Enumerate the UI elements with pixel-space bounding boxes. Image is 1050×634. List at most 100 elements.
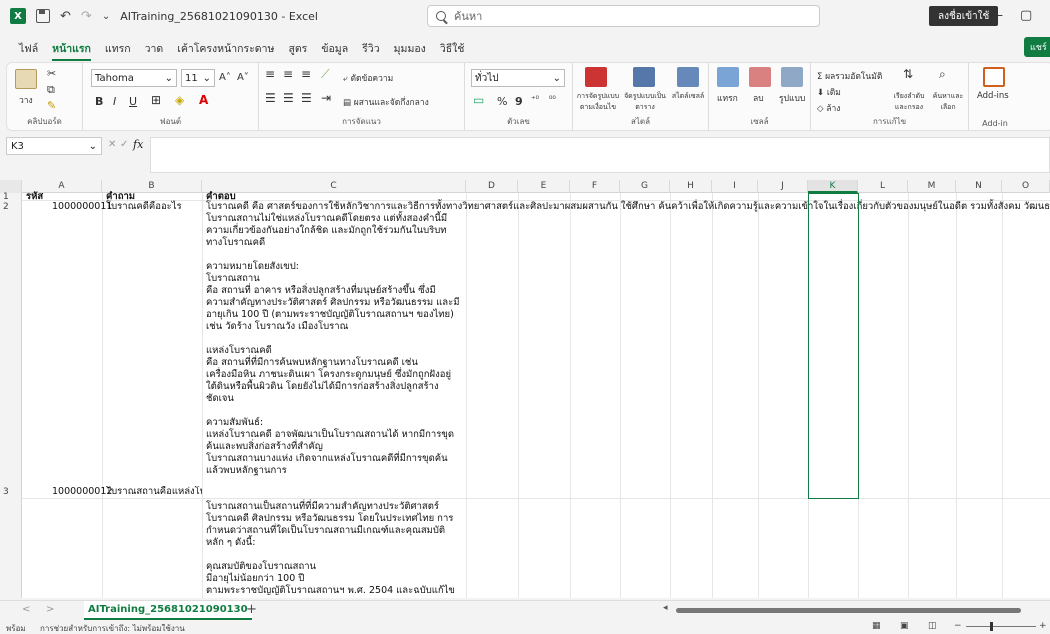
bold-button[interactable]: B (95, 95, 103, 108)
fill-button[interactable]: ⬇ เติม (817, 85, 841, 99)
copy-icon[interactable]: ⧉ (47, 83, 55, 97)
tab-data[interactable]: ข้อมูล (321, 40, 348, 57)
italic-button[interactable]: I (113, 95, 116, 108)
currency-icon[interactable]: ▭ (473, 93, 484, 107)
borders-icon[interactable]: ⊞ (151, 93, 161, 107)
fill-color-icon[interactable]: ◈ (175, 93, 184, 107)
align-left-icon[interactable]: ☰ (265, 91, 276, 105)
wrap-text-button[interactable]: ⤶ ตัดข้อความ (343, 71, 393, 85)
grow-font-button[interactable]: A˄ (219, 72, 231, 83)
column-header-f[interactable]: F (570, 180, 620, 193)
decrease-decimal-icon[interactable]: ⁰⁰ (549, 95, 556, 105)
accessibility-status[interactable]: การช่วยสำหรับการเข้าถึง: ไม่พร้อมใช้งาน (40, 622, 185, 634)
font-size-select[interactable]: 11 ⌄ (181, 69, 215, 87)
prev-sheet-button[interactable]: < (22, 604, 30, 615)
add-sheet-button[interactable]: + (246, 602, 257, 617)
orientation-icon[interactable]: ⟋ (321, 67, 329, 82)
align-bottom-icon[interactable]: ≡ (301, 67, 311, 81)
column-header-c[interactable]: C (202, 180, 466, 193)
cell-b3[interactable]: โบราณสถานคือแหล่งโบ (106, 486, 202, 498)
tab-formulas[interactable]: สูตร (288, 40, 307, 57)
format-table-icon[interactable] (633, 67, 655, 87)
column-header-d[interactable]: D (466, 180, 518, 193)
insert-function-icon[interactable]: fx (133, 138, 143, 151)
find-select-icon[interactable]: ⌕ (939, 67, 946, 82)
delete-cells-icon[interactable] (749, 67, 771, 87)
formula-input[interactable] (150, 137, 1050, 173)
align-top-icon[interactable]: ≡ (265, 67, 275, 81)
restore-button[interactable]: ▢ (1020, 8, 1032, 23)
align-middle-icon[interactable]: ≡ (283, 67, 293, 81)
cell-a1[interactable]: รหัส (26, 191, 43, 203)
tab-review[interactable]: รีวิว (362, 40, 379, 57)
percent-button[interactable]: % (497, 95, 507, 108)
underline-button[interactable]: U (129, 95, 137, 108)
zoom-slider-thumb[interactable] (990, 622, 993, 631)
column-header-k[interactable]: K (808, 180, 858, 193)
column-header-o[interactable]: O (1002, 180, 1050, 193)
font-color-icon[interactable]: A (199, 93, 208, 107)
number-format-select[interactable]: ทั่วไป ⌄ (471, 69, 565, 87)
column-header-m[interactable]: M (908, 180, 956, 193)
sign-in-button[interactable]: ลงชื่อเข้าใช้ (929, 6, 999, 26)
horizontal-scrollbar[interactable] (676, 608, 1021, 613)
scroll-left-icon[interactable]: ◂ (663, 603, 668, 613)
sheet-tab-active[interactable]: AITraining_25681021090130 (84, 601, 252, 620)
format-painter-icon[interactable]: ✎ (47, 99, 56, 112)
increase-decimal-icon[interactable]: ⁺⁰ (531, 95, 539, 105)
save-icon[interactable] (36, 9, 50, 23)
column-header-l[interactable]: L (858, 180, 908, 193)
undo-icon[interactable]: ↶ (60, 9, 71, 24)
cancel-icon[interactable]: ✕ (108, 139, 116, 150)
page-break-view-icon[interactable]: ◫ (928, 621, 937, 631)
column-header-g[interactable]: G (620, 180, 670, 193)
sort-filter-icon[interactable]: ⇅ (903, 67, 913, 81)
next-sheet-button[interactable]: > (46, 604, 54, 615)
zoom-slider[interactable] (966, 626, 1036, 627)
tab-file[interactable]: ไฟล์ (19, 40, 38, 57)
comma-button[interactable]: 9 (515, 95, 523, 108)
column-header-i[interactable]: I (712, 180, 758, 193)
name-box[interactable]: K3 ⌄ (6, 137, 102, 155)
clear-button[interactable]: ◇ ล้าง (817, 101, 840, 115)
tab-view[interactable]: มุมมอง (394, 40, 426, 57)
share-button[interactable]: แชร์ (1024, 37, 1050, 57)
cell-a3[interactable]: 1000000012 (52, 486, 112, 498)
indent-icon[interactable]: ⇥ (321, 91, 331, 105)
column-header-j[interactable]: J (758, 180, 808, 193)
search-input[interactable]: ค้นหา (427, 5, 820, 27)
column-header-e[interactable]: E (518, 180, 570, 193)
zoom-in-button[interactable]: + (1039, 621, 1047, 631)
cell-c2-text[interactable]: โบราณสถานไม่ใช่แหล่งโบราณคดีโดยตรง แต่ทั… (206, 213, 476, 477)
conditional-formatting-icon[interactable] (585, 67, 607, 87)
redo-icon[interactable]: ↷ (81, 9, 92, 24)
shrink-font-button[interactable]: A˅ (237, 72, 249, 83)
font-name-select[interactable]: Tahoma ⌄ (91, 69, 177, 87)
row-header-1[interactable]: 1 (0, 193, 22, 202)
selected-cell-k3[interactable] (808, 193, 859, 499)
addins-icon[interactable] (983, 67, 1005, 87)
cut-icon[interactable]: ✂ (47, 67, 56, 80)
cell-c3-text[interactable]: โบราณสถานเป็นสถานที่ที่มีความสำคัญทางประ… (206, 501, 476, 597)
zoom-out-button[interactable]: − (954, 621, 962, 631)
align-right-icon[interactable]: ☰ (301, 91, 312, 105)
spreadsheet-grid[interactable]: A B C D E F G H I J K L M N O 1 2 3 รหัส… (0, 180, 1050, 598)
minimize-button[interactable]: — (990, 8, 1003, 23)
tab-draw[interactable]: วาด (145, 40, 164, 57)
format-cells-icon[interactable] (781, 67, 803, 87)
autosum-button[interactable]: Σ ผลรวมอัตโนมัติ (817, 69, 882, 83)
cell-styles-icon[interactable] (677, 67, 699, 87)
cell-c2-first-line[interactable]: โบราณคดี คือ ศาสตร์ของการใช้หลักวิชาการแ… (206, 201, 1050, 213)
row-header-3[interactable]: 3 (0, 487, 22, 598)
page-layout-view-icon[interactable]: ▣ (900, 621, 909, 631)
column-header-h[interactable]: H (670, 180, 712, 193)
tab-home[interactable]: หน้าแรก (52, 40, 91, 61)
tab-help[interactable]: วิธีใช้ (440, 40, 465, 57)
cell-a2[interactable]: 1000000011 (52, 201, 112, 213)
column-header-n[interactable]: N (956, 180, 1002, 193)
normal-view-icon[interactable]: ▦ (872, 621, 881, 631)
insert-cells-icon[interactable] (717, 67, 739, 87)
tab-insert[interactable]: แทรก (105, 40, 131, 57)
row-header-2[interactable]: 2 (0, 201, 22, 499)
addins-button-label[interactable]: Add-ins (977, 91, 1009, 101)
